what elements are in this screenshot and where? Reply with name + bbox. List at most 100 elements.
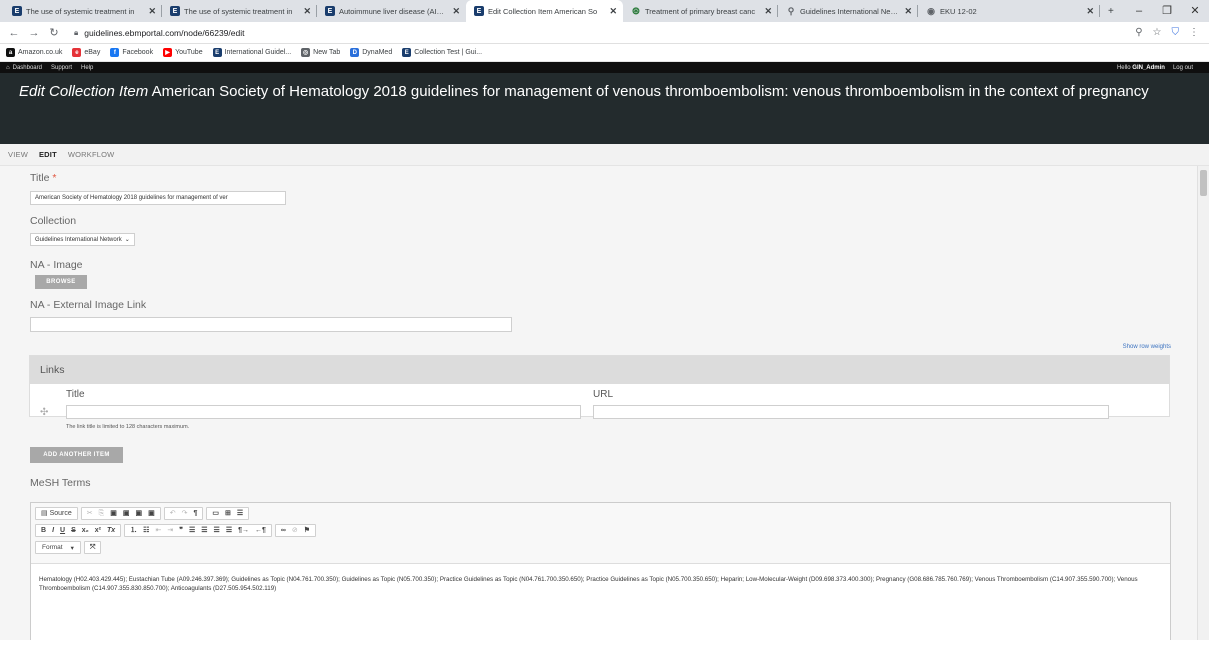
link-icon[interactable]: ∞	[278, 525, 289, 536]
close-icon[interactable]: ✕	[148, 6, 156, 17]
reload-icon[interactable]: ↻	[46, 26, 62, 39]
tab-label: Treatment of primary breast canc	[645, 6, 756, 16]
browser-tab[interactable]: ◉ EKU 12-02 ✕	[918, 0, 1100, 22]
tab-label: Edit Collection Item American So	[488, 6, 598, 16]
restore-icon[interactable]: ❐	[1153, 0, 1181, 22]
link-url-input[interactable]	[593, 405, 1109, 419]
bullet-list-icon[interactable]: ☷	[140, 525, 152, 536]
horizontal-rule-icon[interactable]: ☰	[234, 508, 246, 519]
strikethrough-icon[interactable]: S	[68, 525, 79, 536]
undo-icon[interactable]: ↶	[167, 508, 179, 519]
rtl-icon[interactable]: ←¶	[252, 525, 269, 536]
image-icon[interactable]: ▭	[209, 508, 222, 519]
show-row-weights-link[interactable]: Show row weights	[1123, 344, 1171, 350]
bookmark-item[interactable]: D DynaMed	[350, 48, 392, 57]
format-select[interactable]: Format ▾	[35, 541, 81, 554]
bookmark-item[interactable]: f Facebook	[110, 48, 153, 57]
close-icon[interactable]: ✕	[1086, 6, 1094, 17]
browser-tab[interactable]: E The use of systemic treatment in ✕	[4, 0, 162, 22]
bookmark-label: Collection Test | Gui...	[414, 49, 483, 56]
remove-format-icon[interactable]: Tx	[104, 525, 118, 536]
address-bar: ← → ↻ 🔒︎ guidelines.ebmportal.com/node/6…	[0, 22, 1209, 44]
close-icon[interactable]: ✕	[904, 6, 912, 17]
minimize-icon[interactable]: –	[1125, 0, 1153, 22]
page-scrollbar[interactable]	[1197, 166, 1209, 640]
anchor-flag-icon[interactable]: ⚑	[301, 525, 313, 536]
bookmark-item[interactable]: E Collection Test | Gui...	[402, 48, 482, 57]
align-center-icon[interactable]: ☰	[198, 525, 210, 536]
copy-icon[interactable]: ⎘	[96, 508, 108, 519]
e-favicon-icon: E	[474, 6, 484, 16]
superscript-icon[interactable]: x²	[92, 525, 104, 536]
paste-icon[interactable]: ▣	[107, 508, 120, 519]
zoom-icon[interactable]: ⚲	[1135, 27, 1142, 38]
bookmark-label: YouTube	[175, 49, 203, 56]
source-button[interactable]: ▤ Source	[38, 508, 75, 519]
cut-icon[interactable]: ✂	[84, 508, 96, 519]
bookmark-item[interactable]: ◎ New Tab	[301, 48, 340, 57]
forward-icon[interactable]: →	[26, 27, 42, 39]
paste-word-icon[interactable]: ▣	[132, 508, 145, 519]
align-right-icon[interactable]: ☰	[211, 525, 223, 536]
bookmark-item[interactable]: e eBay	[72, 48, 100, 57]
title-input[interactable]: American Society of Hematology 2018 guid…	[30, 191, 286, 205]
collection-select[interactable]: Guidelines International Network ⌄	[30, 233, 135, 246]
url-input[interactable]: 🔒︎ guidelines.ebmportal.com/node/66239/e…	[66, 24, 1135, 42]
paste-special-icon[interactable]: ▣	[145, 508, 158, 519]
table-icon[interactable]: ⊞	[222, 508, 234, 519]
bookmark-item[interactable]: ▶ YouTube	[163, 48, 203, 57]
bookmark-item[interactable]: E International Guidel...	[212, 48, 291, 57]
new-tab-icon[interactable]: +	[1108, 6, 1114, 17]
bookmark-item[interactable]: a Amazon.co.uk	[6, 48, 62, 57]
close-icon[interactable]: ✕	[452, 6, 460, 17]
star-icon[interactable]: ☆	[1153, 27, 1162, 38]
add-another-item-button[interactable]: ADD ANOTHER ITEM	[30, 447, 123, 463]
numbered-list-icon[interactable]: ⒈	[127, 525, 140, 536]
browse-button[interactable]: BROWSE	[35, 275, 87, 289]
e-favicon-icon: E	[325, 6, 335, 16]
tab-view[interactable]: VIEW	[8, 150, 28, 159]
outdent-icon[interactable]: ⇤	[152, 525, 164, 536]
tab-edit[interactable]: EDIT	[39, 150, 57, 159]
browser-tab[interactable]: ⊛ Treatment of primary breast canc ✕	[623, 0, 778, 22]
tab-workflow[interactable]: WORKFLOW	[68, 150, 115, 159]
menu-dots-icon[interactable]: ⋮	[1189, 27, 1199, 38]
italic-icon[interactable]: I	[49, 525, 57, 536]
link-title-input[interactable]	[66, 405, 581, 419]
shield-extension-icon[interactable]: ⛉	[1172, 27, 1180, 38]
align-left-icon[interactable]: ☰	[186, 525, 198, 536]
blockquote-icon[interactable]: ❞	[176, 525, 186, 536]
drag-handle-icon[interactable]: ✣	[40, 407, 48, 418]
scrollbar-thumb[interactable]	[1200, 170, 1207, 196]
editor-content[interactable]: Hematology (H02.403.429.445); Eustachian…	[31, 564, 1170, 604]
logout-link[interactable]: Log out	[1173, 65, 1193, 71]
bold-icon[interactable]: B	[38, 525, 49, 536]
window-close-icon[interactable]: ✕	[1181, 0, 1209, 22]
toolbar-support[interactable]: Support	[51, 65, 72, 71]
indent-icon[interactable]: ⇥	[164, 525, 176, 536]
subscript-icon[interactable]: x₂	[79, 525, 92, 536]
admin-toolbar: ⌂ Dashboard Support Help Hello GIN_Admin…	[0, 62, 1209, 73]
external-image-input[interactable]	[30, 317, 512, 332]
maximize-icon[interactable]: ⤧	[87, 542, 99, 553]
ltr-icon[interactable]: ¶→	[235, 525, 252, 536]
browser-tab-active[interactable]: E Edit Collection Item American So ✕	[466, 0, 623, 22]
browser-tab[interactable]: E The use of systemic treatment in ✕	[162, 0, 317, 22]
tab-label: Autoimmune liver disease (AILD)	[339, 6, 447, 16]
close-icon[interactable]: ✕	[609, 6, 617, 17]
close-icon[interactable]: ✕	[303, 6, 311, 17]
unlink-icon[interactable]: ⊘	[289, 525, 301, 536]
align-justify-icon[interactable]: ☰	[223, 525, 235, 536]
browser-tab[interactable]: E Autoimmune liver disease (AILD) ✕	[317, 0, 466, 22]
browser-tab[interactable]: ⚲ Guidelines International Network ✕	[778, 0, 918, 22]
paste-text-icon[interactable]: ▣	[120, 508, 133, 519]
e-favicon-icon: E	[170, 6, 180, 16]
close-icon[interactable]: ✕	[764, 6, 772, 17]
redo-icon[interactable]: ↷	[179, 508, 191, 519]
format-painter-icon[interactable]: ¶	[190, 508, 200, 519]
underline-icon[interactable]: U	[57, 525, 68, 536]
back-icon[interactable]: ←	[6, 27, 22, 39]
bookmark-favicon-icon: ◎	[301, 48, 311, 57]
toolbar-dashboard[interactable]: ⌂ Dashboard	[6, 65, 42, 71]
toolbar-help[interactable]: Help	[81, 65, 93, 71]
